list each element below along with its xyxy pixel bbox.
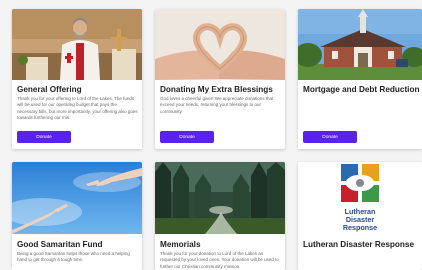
- donate-button[interactable]: Donate: [160, 131, 214, 143]
- card-title: General Offering: [17, 85, 82, 94]
- donation-card-lutheran-disaster-response: Lutheran Disaster Response Lutheran Disa…: [298, 162, 422, 270]
- card-title: Donating My Extra Blessings: [160, 85, 273, 94]
- donation-card-mortgage: Mortgage and Debt Reduction Donate: [298, 9, 422, 149]
- donation-card-memorials: Memorials Thank you for your donation to…: [155, 162, 285, 270]
- card-description: Thank you for your offering to Lord of t…: [17, 96, 138, 120]
- card-description: Being a good Samaritan helps those who n…: [17, 251, 130, 263]
- forest-path-image: [155, 162, 285, 234]
- card-title: Good Samaritan Fund: [17, 240, 103, 249]
- ldr-logo-text-line-3: Response: [343, 223, 377, 232]
- pastor-at-altar-image: [12, 9, 142, 80]
- card-description: God loves a cheerful giver! We appreciat…: [160, 96, 274, 114]
- donate-button[interactable]: Donate: [17, 131, 71, 143]
- ldr-logo-image: Lutheran Disaster Response: [298, 162, 422, 234]
- card-title: Memorials: [160, 240, 201, 249]
- reaching-hands-sky-image: [12, 162, 142, 234]
- donation-card-general-offering: General Offering Thank you for your offe…: [12, 9, 142, 149]
- hands-heart-image: [155, 9, 285, 80]
- church-building-image: [298, 9, 422, 80]
- card-title: Lutheran Disaster Response: [303, 240, 415, 249]
- donate-button[interactable]: Donate: [303, 131, 357, 143]
- card-description: Thank you for your donation to Lord of t…: [160, 251, 279, 269]
- donation-card-extra-blessings: Donating My Extra Blessings God loves a …: [155, 9, 285, 149]
- donation-card-good-samaritan: Good Samaritan Fund Being a good Samarit…: [12, 162, 142, 270]
- card-title: Mortgage and Debt Reduction: [303, 85, 420, 94]
